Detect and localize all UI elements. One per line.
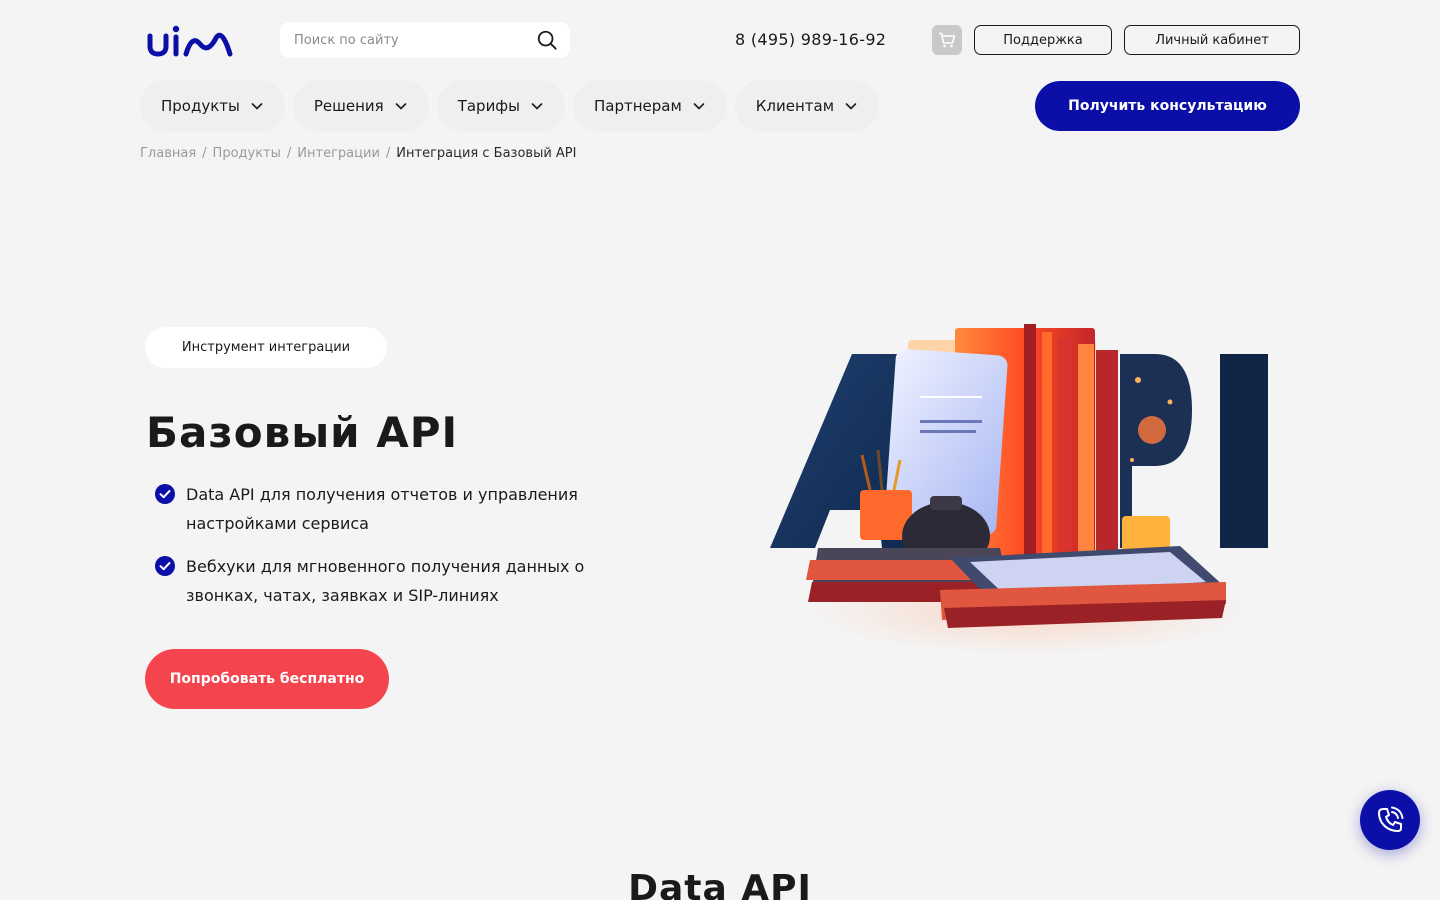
nav-item-partners[interactable]: Партнерам (572, 80, 727, 132)
breadcrumb-separator: / (202, 146, 207, 161)
nav-item-label: Клиентам (755, 97, 835, 115)
cart-icon (939, 32, 956, 48)
breadcrumb-separator: / (385, 146, 391, 161)
phone-number[interactable]: 8 (495) 989-16-92 (735, 30, 886, 49)
breadcrumb-home[interactable]: Главная (140, 146, 196, 161)
search-input[interactable] (294, 32, 536, 48)
support-button[interactable]: Поддержка (974, 25, 1112, 55)
chevron-down-icon (845, 103, 857, 110)
uis-logo[interactable] (146, 24, 234, 58)
breadcrumb-current: Интеграция с Базовый API (396, 146, 577, 161)
chevron-down-icon (395, 103, 406, 110)
hero-tag: Инструмент интеграции (145, 327, 387, 368)
feature-text: Вебхуки для мгновенного получения данных… (186, 557, 585, 605)
callback-button[interactable] (1360, 790, 1420, 850)
chevron-down-icon (531, 103, 543, 110)
chevron-down-icon (251, 103, 263, 110)
api-books-illustration (770, 324, 1268, 655)
breadcrumb-products[interactable]: Продукты (213, 146, 281, 161)
check-circle-icon (155, 556, 175, 576)
nav-item-label: Партнерам (593, 97, 682, 115)
nav-item-label: Решения (313, 97, 384, 115)
search-icon[interactable] (536, 29, 558, 51)
try-free-button[interactable]: Попробовать бесплатно (145, 649, 389, 709)
main-nav: Продукты Решения Тарифы Партнерам Клиент… (140, 80, 880, 132)
nav-item-solutions[interactable]: Решения (292, 80, 429, 132)
nav-item-tariffs[interactable]: Тарифы (436, 80, 565, 132)
nav-item-products[interactable]: Продукты (140, 80, 285, 132)
get-consultation-button[interactable]: Получить консультацию (1035, 81, 1300, 131)
section-title: Data API (628, 868, 812, 900)
account-button[interactable]: Личный кабинет (1124, 25, 1300, 55)
check-circle-icon (155, 484, 175, 504)
feature-text: Data API для получения отчетов и управле… (186, 485, 578, 533)
nav-item-clients[interactable]: Клиентам (734, 80, 880, 132)
nav-item-label: Тарифы (457, 97, 520, 115)
phone-call-icon (1378, 806, 1404, 832)
site-search[interactable] (280, 22, 570, 58)
list-item: Data API для получения отчетов и управле… (154, 480, 634, 538)
feature-list: Data API для получения отчетов и управле… (154, 480, 634, 624)
list-item: Вебхуки для мгновенного получения данных… (154, 552, 634, 610)
breadcrumb-integrations[interactable]: Интеграции (297, 146, 380, 161)
breadcrumb: Главная / Продукты / Интеграции / Интегр… (140, 146, 576, 161)
nav-item-label: Продукты (161, 97, 240, 115)
breadcrumb-separator: / (286, 146, 292, 161)
page-title: Базовый API (146, 408, 459, 457)
chevron-down-icon (693, 103, 705, 110)
cart-button[interactable] (932, 25, 962, 55)
